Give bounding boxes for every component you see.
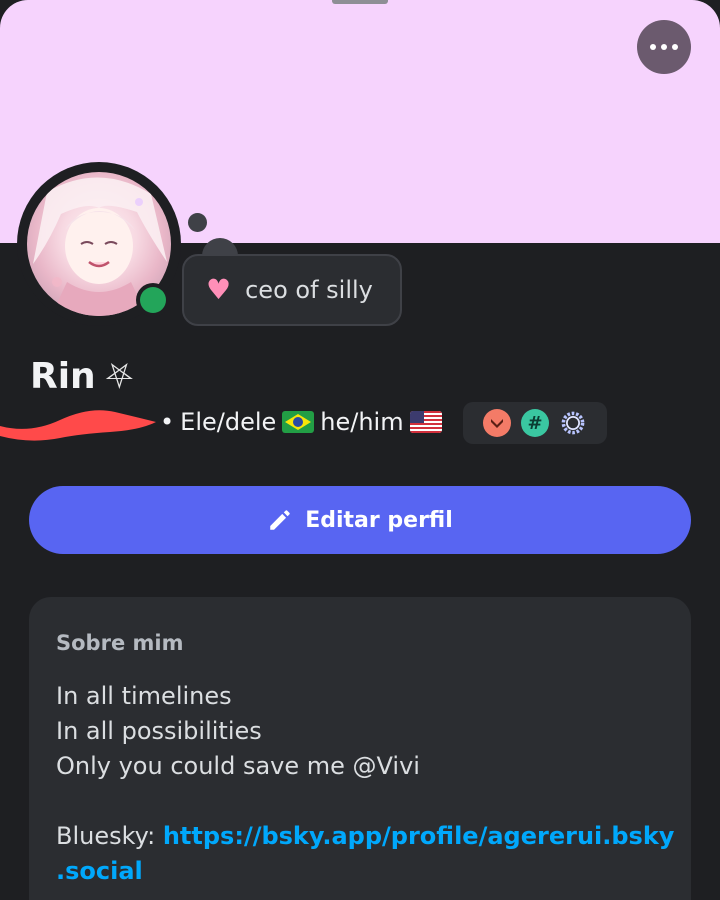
redacted-username-scribble [0, 410, 156, 441]
custom-status-bubble[interactable]: ♥ ceo of silly [182, 254, 402, 326]
about-line: In all possibilities [56, 717, 262, 745]
pronouns-line: • Ele/dele he/him [160, 408, 442, 436]
about-line: In all timelines [56, 682, 232, 710]
edit-profile-button[interactable]: Editar perfil [29, 486, 691, 554]
more-dots-icon [650, 44, 656, 50]
about-blank-line [56, 784, 676, 819]
about-line: Only you could save me @Vivi [56, 752, 420, 780]
bluesky-line: Bluesky: https://bsky.app/profile/agerer… [56, 819, 676, 889]
pronouns-separator: • [160, 408, 175, 436]
pronouns-pt: Ele/dele [180, 408, 277, 436]
about-me-heading: Sobre mim [56, 631, 184, 655]
usa-flag-icon [409, 411, 442, 433]
edit-profile-label: Editar perfil [305, 507, 453, 533]
hashtag-icon[interactable]: # [521, 409, 549, 437]
heart-emoji-icon: ♥ [206, 273, 232, 306]
pronouns-en: he/him [320, 408, 404, 436]
online-status-indicator [136, 283, 170, 317]
bluesky-label: Bluesky: [56, 822, 156, 850]
brazil-flag-icon [282, 411, 315, 433]
hypesquad-icon[interactable] [483, 409, 511, 437]
display-name-text: Rin [30, 356, 96, 397]
badge-list: # [463, 402, 607, 444]
pencil-icon [270, 510, 290, 530]
wreath-icon[interactable] [559, 409, 587, 437]
more-options-button[interactable] [637, 20, 691, 74]
about-me-card: Sobre mim In all timelines In all possib… [29, 597, 691, 900]
status-bubble-tail-small [188, 213, 207, 232]
drag-handle[interactable] [332, 0, 388, 4]
online-dot-icon [140, 287, 166, 313]
more-dots-icon [661, 44, 667, 50]
profile-sheet: ♥ ceo of silly Rin ⛧ • Ele/dele he/him # [0, 0, 720, 900]
about-me-text: In all timelines In all possibilities On… [56, 679, 676, 889]
more-dots-icon [672, 44, 678, 50]
pentagram-icon: ⛧ [105, 356, 133, 397]
display-name: Rin ⛧ [30, 356, 133, 397]
custom-status-text: ceo of silly [245, 276, 373, 304]
